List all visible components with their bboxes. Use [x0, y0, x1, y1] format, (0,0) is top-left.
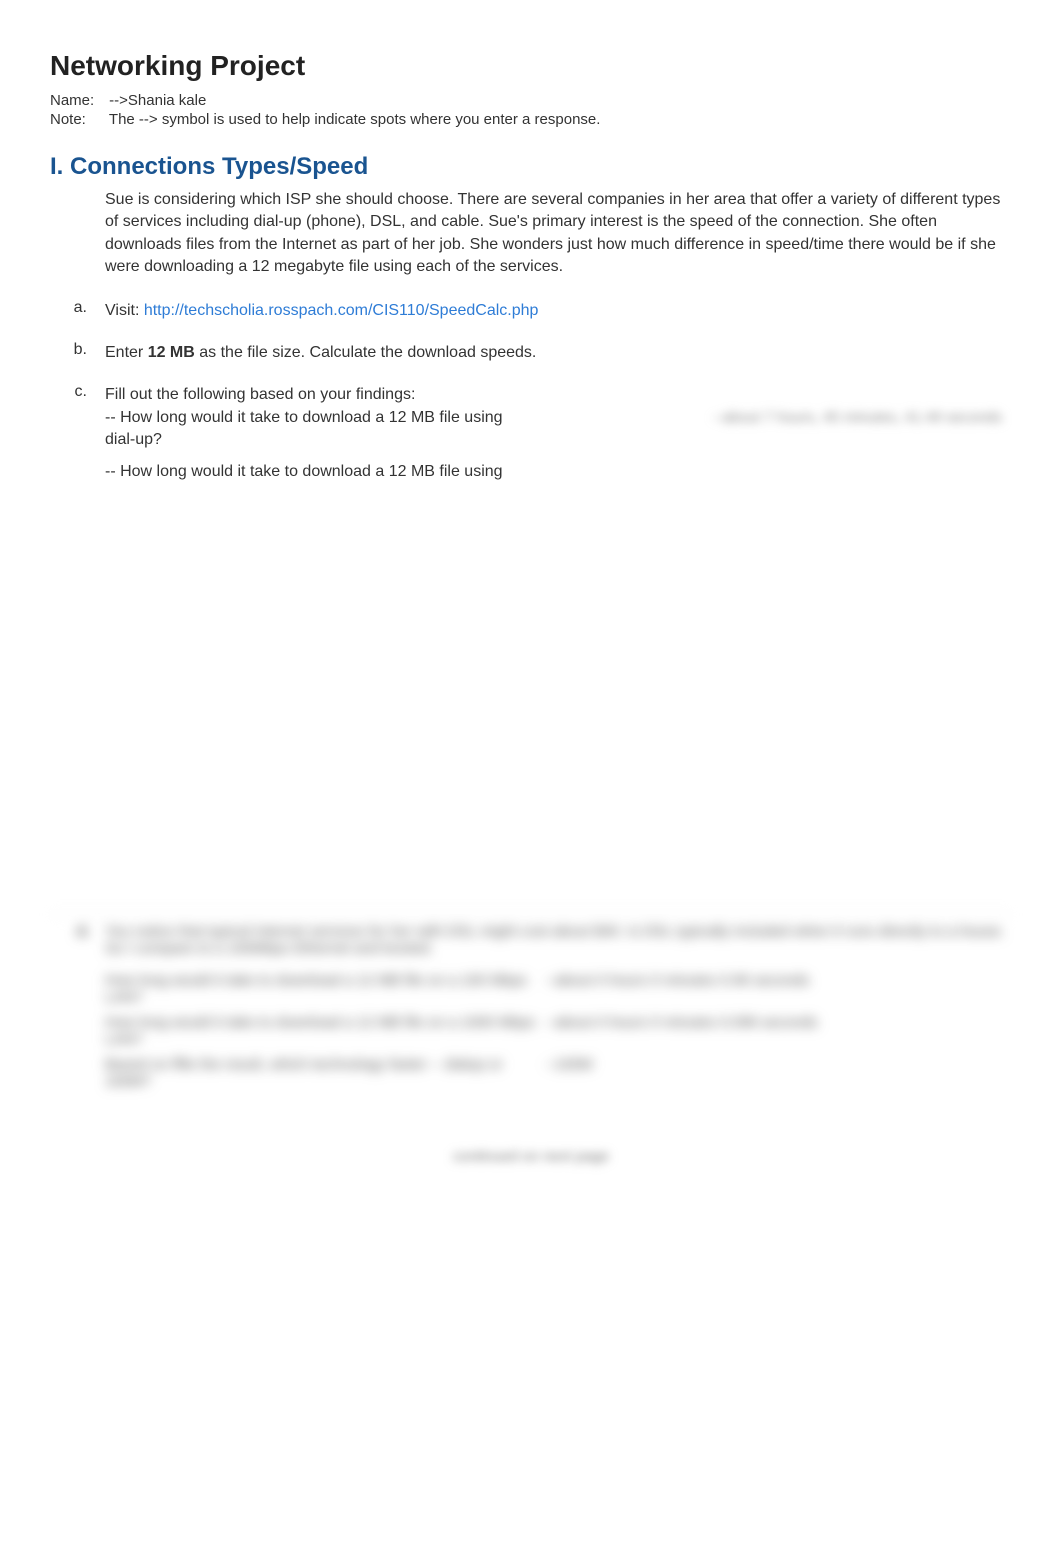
divider: [50, 914, 1012, 915]
blur-q3-ans: --100M: [545, 1056, 1012, 1090]
blur-q3: Based on ffile the result, which technol…: [105, 1056, 1012, 1090]
blur-q2: How long would it take to download a 12 …: [105, 1014, 1012, 1048]
item-d-text: You notice that typical Internet service…: [105, 923, 1012, 957]
item-b-prefix: Enter: [105, 344, 148, 361]
name-value: -->Shania kale: [109, 92, 206, 109]
item-a: a. Visit: http://techscholia.rosspach.co…: [50, 299, 1012, 323]
item-c-label: c.: [70, 383, 105, 494]
speed-calc-link[interactable]: http://techscholia.rosspach.com/CIS110/S…: [144, 302, 539, 319]
section-1-intro: Sue is considering which ISP she should …: [105, 189, 1012, 279]
question-1-answer: --about 7 hours, 45 minutes, 41.49 secon…: [505, 407, 1012, 452]
item-d-content: You notice that typical Internet service…: [105, 923, 1012, 1098]
blur-q2-ans: --about 0 hours 0 minutes 0.096 seconds: [545, 1014, 1012, 1048]
question-2: -- How long would it take to download a …: [105, 461, 1012, 483]
item-b-content: Enter 12 MB as the file size. Calculate …: [105, 341, 1012, 365]
item-d-label: d.: [70, 923, 105, 1098]
blur-q2-text: How long would it take to download a 12 …: [105, 1014, 545, 1048]
item-c-content: Fill out the following based on your fin…: [105, 383, 1012, 494]
blur-q1-text: How long would it take to download a 12 …: [105, 972, 545, 1006]
blur-q1-ans: --about 0 hours 0 minutes 0.96 seconds: [545, 972, 1012, 1006]
item-b-label: b.: [70, 341, 105, 365]
item-b: b. Enter 12 MB as the file size. Calcula…: [50, 341, 1012, 365]
blur-q1: How long would it take to download a 12 …: [105, 972, 1012, 1006]
item-b-suffix: as the file size. Calculate the download…: [195, 344, 537, 361]
note-row: Note: The --> symbol is used to help ind…: [50, 111, 1012, 128]
item-b-bold: 12 MB: [148, 344, 195, 361]
blurred-content: d. You notice that typical Internet serv…: [50, 914, 1012, 1098]
item-c-intro: Fill out the following based on your fin…: [105, 383, 1012, 407]
name-row: Name: -->Shania kale: [50, 92, 1012, 109]
blur-q3-text: Based on ffile the result, which technol…: [105, 1056, 545, 1090]
note-value: The --> symbol is used to help indicate …: [109, 111, 601, 128]
footer-note: continued on next page: [50, 1148, 1012, 1165]
item-c: c. Fill out the following based on your …: [50, 383, 1012, 494]
item-d: d. You notice that typical Internet serv…: [50, 923, 1012, 1098]
question-2-text: -- How long would it take to download a …: [105, 461, 505, 483]
item-a-content: Visit: http://techscholia.rosspach.com/C…: [105, 299, 1012, 323]
question-1-text: -- How long would it take to download a …: [105, 407, 505, 452]
document-title: Networking Project: [50, 50, 1012, 82]
question-1: -- How long would it take to download a …: [105, 407, 1012, 452]
item-a-prefix: Visit:: [105, 302, 144, 319]
note-label: Note:: [50, 111, 105, 128]
name-label: Name:: [50, 92, 105, 109]
item-a-label: a.: [70, 299, 105, 323]
section-1-header: I. Connections Types/Speed: [50, 153, 1012, 181]
